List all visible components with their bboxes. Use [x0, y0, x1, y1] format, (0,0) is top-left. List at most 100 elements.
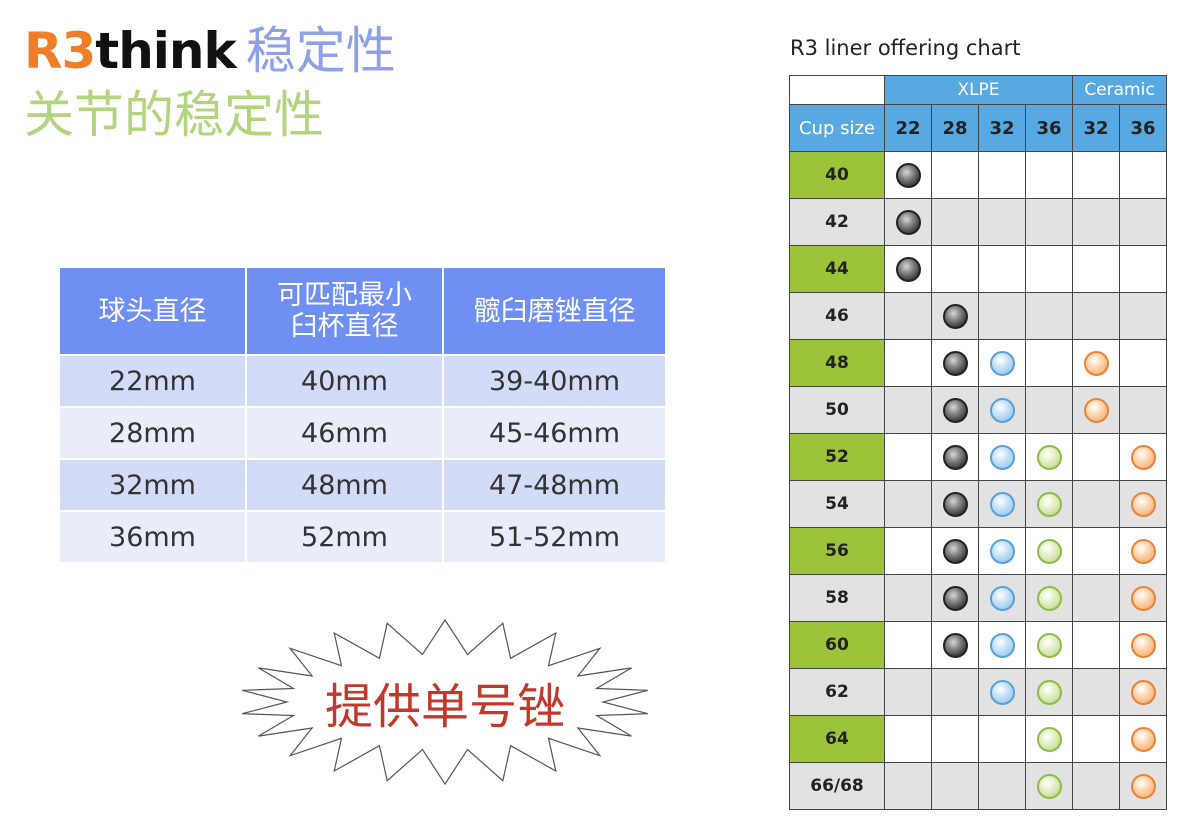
green-dot-icon [1036, 444, 1062, 470]
header-min-cup-line2: 臼杯直径 [290, 311, 399, 342]
orange-dot-icon [1130, 491, 1156, 517]
blue-dot-icon [989, 397, 1015, 423]
green-dot-icon [1036, 679, 1062, 705]
liner-cell [1072, 198, 1120, 246]
chart-group-row: XLPE Ceramic [789, 75, 1167, 105]
liner-cell [884, 621, 932, 669]
liner-cell [1072, 433, 1120, 481]
liner-cell [1025, 668, 1073, 716]
liner-cell [978, 245, 1026, 293]
orange-dot-icon [1130, 679, 1156, 705]
liner-cell [978, 339, 1026, 387]
orange-dot-icon [1083, 397, 1109, 423]
liner-cell [1119, 621, 1167, 669]
liner-cell [884, 245, 932, 293]
liner-cell [931, 198, 979, 246]
liner-cell [978, 715, 1026, 763]
chart-row: 48 [789, 339, 1167, 387]
liner-cell [1072, 762, 1120, 810]
gray-dot-icon [942, 397, 968, 423]
liner-cell [931, 386, 979, 434]
orange-dot-icon [1130, 726, 1156, 752]
cup-size-cell: 42 [789, 198, 885, 246]
liner-cell [931, 668, 979, 716]
cup-size-cell: 44 [789, 245, 885, 293]
liner-cell [978, 621, 1026, 669]
liner-cell [978, 480, 1026, 528]
table-cell: 45-46mm [443, 407, 665, 460]
orange-dot-icon [1130, 538, 1156, 564]
liner-cell [1025, 715, 1073, 763]
group-xlpe: XLPE [884, 75, 1073, 105]
liner-cell [884, 480, 932, 528]
table-cell: 40mm [246, 355, 444, 408]
table-cell: 28mm [60, 407, 247, 460]
table-cell: 36mm [60, 511, 247, 564]
cup-size-cell: 50 [789, 386, 885, 434]
gray-dot-icon [895, 256, 921, 282]
liner-cell [1025, 151, 1073, 199]
liner-cell [1072, 292, 1120, 340]
liner-offering-chart: XLPE Ceramic Cup size 22 28 32 36 32 36 40 42 4… [789, 75, 1167, 810]
head-size-header: 36 [1025, 104, 1073, 152]
green-dot-icon [1036, 491, 1062, 517]
liner-cell [884, 292, 932, 340]
liner-cell [978, 292, 1026, 340]
blue-dot-icon [989, 538, 1015, 564]
blue-dot-icon [989, 679, 1015, 705]
orange-dot-icon [1130, 585, 1156, 611]
brand-think: think [95, 22, 236, 80]
liner-cell [1072, 715, 1120, 763]
green-dot-icon [1036, 773, 1062, 799]
gray-dot-icon [895, 209, 921, 235]
liner-cell [1119, 668, 1167, 716]
liner-cell [1072, 621, 1120, 669]
page-subtitle: 关节的稳定性 [24, 86, 324, 144]
liner-cell [931, 527, 979, 575]
header-head-diameter: 球头直径 [60, 268, 247, 356]
orange-dot-icon [1130, 632, 1156, 658]
table-row: 36mm 52mm 51-52mm [60, 511, 665, 564]
callout-text: 提供单号锉 [324, 679, 565, 735]
liner-cell [931, 574, 979, 622]
liner-cell [1072, 245, 1120, 293]
group-ceramic: Ceramic [1072, 75, 1167, 105]
liner-cell [931, 621, 979, 669]
cup-size-cell: 56 [789, 527, 885, 575]
liner-cell [978, 386, 1026, 434]
liner-cell [931, 715, 979, 763]
orange-dot-icon [1130, 444, 1156, 470]
gray-dot-icon [942, 350, 968, 376]
liner-cell [931, 762, 979, 810]
title-zh: 稳定性 [245, 22, 396, 80]
cup-size-cell: 64 [789, 715, 885, 763]
table-cell: 22mm [60, 355, 247, 408]
liner-cell [978, 198, 1026, 246]
table-cell: 48mm [246, 459, 444, 512]
liner-cell [1119, 433, 1167, 481]
chart-title: R3 liner offering chart [790, 36, 1021, 60]
green-dot-icon [1036, 632, 1062, 658]
cup-size-cell: 52 [789, 433, 885, 481]
liner-cell [884, 574, 932, 622]
head-size-header: 22 [884, 104, 932, 152]
liner-cell [1072, 151, 1120, 199]
cup-size-cell: 66/68 [789, 762, 885, 810]
head-cup-size-table: 球头直径 可匹配最小 臼杯直径 髋臼磨锉直径 22mm 40mm 39-40mm 28m… [60, 268, 665, 564]
liner-cell [931, 245, 979, 293]
liner-cell [1025, 386, 1073, 434]
liner-cell [884, 762, 932, 810]
cup-size-cell: 62 [789, 668, 885, 716]
head-size-header: 28 [931, 104, 979, 152]
liner-cell [1119, 527, 1167, 575]
table-row: 32mm 48mm 47-48mm [60, 459, 665, 512]
chart-row: 54 [789, 480, 1167, 528]
liner-cell [1025, 339, 1073, 387]
blue-dot-icon [989, 632, 1015, 658]
liner-cell [978, 574, 1026, 622]
liner-cell [1025, 245, 1073, 293]
liner-cell [884, 386, 932, 434]
liner-cell [1072, 480, 1120, 528]
header-min-cup-line1: 可匹配最小 [277, 280, 412, 311]
cup-size-cell: 40 [789, 151, 885, 199]
